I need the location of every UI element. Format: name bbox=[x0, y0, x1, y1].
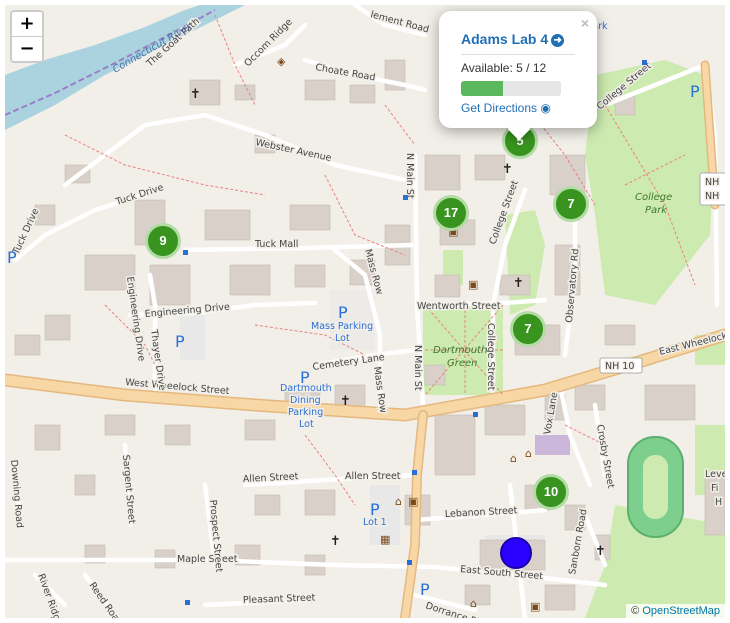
place-label-dartmouth-green-1: Dartmouth bbox=[433, 345, 487, 356]
church-icon: ✝ bbox=[513, 276, 524, 291]
road-shield-nh-top: NH bbox=[705, 177, 719, 188]
place-label-leverone-1: Leve bbox=[705, 469, 725, 480]
road-label-wentworth: Wentworth Street bbox=[417, 301, 501, 312]
place-label-leverone-2: Fi bbox=[711, 483, 718, 494]
monument-icon: ◈ bbox=[277, 55, 286, 68]
parking-icon: P bbox=[420, 580, 430, 599]
parking-icon: P bbox=[300, 368, 310, 387]
availability-value: 5 / 12 bbox=[516, 61, 547, 75]
parking-icon: P bbox=[7, 248, 17, 267]
place-label-college-park-1: College bbox=[635, 192, 672, 203]
availability-label: Available: bbox=[461, 61, 513, 75]
road-label-n-main: N Main St bbox=[404, 153, 415, 199]
get-directions-link[interactable]: Get Directions ◉ bbox=[461, 101, 551, 115]
location-popup: × Adams Lab 4 ➜ Available: 5 / 12 Get Dir… bbox=[439, 11, 597, 141]
road-label-tuck-mall: Tuck Mall bbox=[254, 239, 298, 250]
map-attribution: © OpenStreetMap bbox=[626, 604, 725, 618]
church-icon: ✝ bbox=[595, 544, 606, 559]
map-canvas[interactable]: West Wheelock Street East Wheelock St We… bbox=[5, 5, 725, 618]
museum-icon: ⌂ bbox=[395, 495, 402, 508]
place-label-mass-parking-1: Mass Parking bbox=[311, 321, 373, 332]
zoom-in-button[interactable]: + bbox=[12, 12, 42, 36]
museum-icon: ⌂ bbox=[510, 452, 517, 465]
availability-bar-fill bbox=[461, 81, 503, 96]
library-icon: ▣ bbox=[468, 278, 478, 291]
library-icon: ▣ bbox=[408, 495, 418, 508]
parking-icon: P bbox=[175, 332, 185, 351]
parking-icon: P bbox=[370, 500, 380, 519]
arrow-circle-right-icon[interactable]: ➜ bbox=[551, 34, 565, 47]
zoom-control: + − bbox=[10, 10, 44, 63]
availability-bar bbox=[461, 81, 561, 96]
place-label-dining-4: Lot bbox=[299, 419, 314, 430]
parking-icon: P bbox=[338, 303, 348, 322]
cluster-marker-10[interactable]: 10 bbox=[533, 474, 569, 510]
popup-title-text[interactable]: Adams Lab 4 bbox=[461, 31, 548, 47]
popup-close-button[interactable]: × bbox=[581, 15, 589, 31]
popup-divider bbox=[461, 54, 575, 55]
cluster-marker-9[interactable]: 9 bbox=[145, 223, 181, 259]
church-icon: ✝ bbox=[340, 394, 351, 409]
road-label-college-lower: College Street bbox=[485, 323, 496, 391]
attribution-prefix: © bbox=[631, 605, 640, 617]
popup-title[interactable]: Adams Lab 4 ➜ bbox=[461, 31, 565, 47]
church-icon: ✝ bbox=[330, 534, 341, 549]
cluster-marker-17[interactable]: 17 bbox=[433, 195, 469, 231]
parking-icon: P bbox=[690, 82, 700, 101]
user-location-marker[interactable] bbox=[500, 537, 532, 569]
get-directions-label[interactable]: Get Directions bbox=[461, 101, 537, 115]
road-label-maple: Maple Street bbox=[177, 554, 238, 565]
museum-icon: ⌂ bbox=[525, 447, 532, 460]
museum-icon: ⌂ bbox=[470, 597, 477, 610]
place-label-leverone-3: H bbox=[715, 497, 722, 508]
openstreetmap-link[interactable]: OpenStreetMap bbox=[642, 605, 720, 617]
place-label-dining-3: Parking bbox=[288, 407, 323, 418]
zoom-out-button[interactable]: − bbox=[12, 36, 42, 61]
place-label-dining-2: Dining bbox=[290, 395, 321, 406]
map-tiles: West Wheelock Street East Wheelock St We… bbox=[5, 5, 725, 618]
place-label-mass-parking-2: Lot bbox=[335, 333, 350, 344]
road-label-allen-right: Allen Street bbox=[345, 471, 401, 482]
cinema-icon: ▦ bbox=[380, 533, 390, 546]
road-label-n-main-lower: N Main St bbox=[412, 345, 423, 391]
church-icon: ✝ bbox=[502, 162, 513, 177]
library-icon: ▣ bbox=[530, 600, 540, 613]
road-shield-nh10: NH 10 bbox=[605, 361, 634, 372]
cluster-marker-7-mid[interactable]: 7 bbox=[510, 311, 546, 347]
globe-icon[interactable]: ◉ bbox=[540, 101, 550, 115]
cluster-marker-7-top[interactable]: 7 bbox=[553, 186, 589, 222]
road-shield-nh-top2: NH bbox=[705, 191, 719, 202]
church-icon: ✝ bbox=[190, 87, 201, 102]
place-label-dartmouth-green-2: Green bbox=[447, 358, 478, 369]
availability-text: Available: 5 / 12 bbox=[461, 61, 546, 75]
place-label-college-park-2: Park bbox=[645, 205, 668, 216]
